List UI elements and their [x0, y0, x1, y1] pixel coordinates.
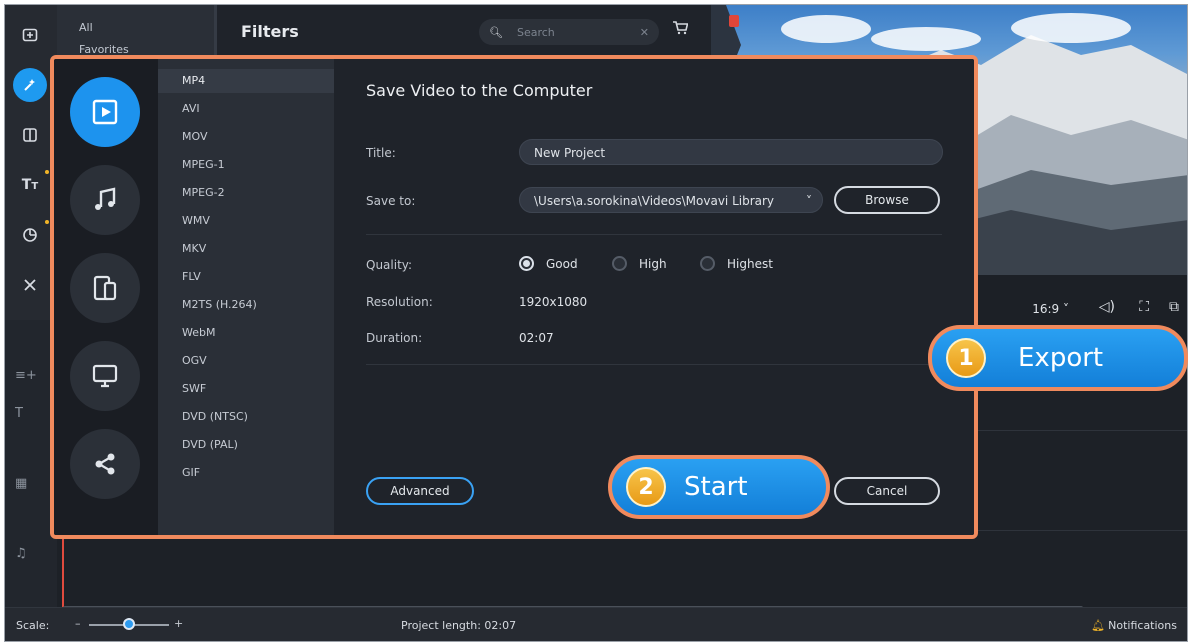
aspect-ratio-select[interactable]: 16:9 ˅: [1032, 302, 1069, 316]
quality-option-good[interactable]: Good: [519, 256, 578, 271]
export-destination-rail: [54, 59, 158, 535]
cloud: [871, 27, 981, 51]
titles-icon[interactable]: TT: [13, 168, 49, 202]
step-1-badge: 1: [946, 338, 986, 378]
format-list: MP4 AVI MOV MPEG-1 MPEG-2 WMV MKV FLV M2…: [158, 59, 334, 535]
notifications-button[interactable]: 🔔︎ Notifications: [1091, 619, 1177, 632]
step-2-badge: 2: [626, 467, 666, 507]
resolution-label: Resolution:: [366, 295, 433, 309]
dialog-title: Save Video to the Computer: [366, 81, 593, 100]
scale-label: Scale:: [16, 619, 50, 632]
devices-icon[interactable]: [70, 253, 140, 323]
volume-icon[interactable]: ◁): [1099, 299, 1115, 315]
browse-button[interactable]: Browse: [834, 186, 940, 214]
format-item-webm[interactable]: WebM: [158, 321, 334, 345]
zoom-out-icon[interactable]: –: [75, 617, 81, 630]
quality-highest-label: Highest: [727, 256, 773, 271]
record-icon[interactable]: [729, 15, 739, 27]
save-to-label: Save to:: [366, 194, 416, 208]
format-item-mpeg1[interactable]: MPEG-1: [158, 153, 334, 177]
quality-good-label: Good: [546, 256, 578, 271]
quality-label: Quality:: [366, 258, 413, 272]
bell-icon: 🔔︎: [1091, 619, 1106, 632]
quality-option-high[interactable]: High: [612, 256, 667, 271]
clear-icon[interactable]: ✕: [640, 26, 649, 39]
video-file-icon[interactable]: [70, 77, 140, 147]
search-input[interactable]: 🔍︎ Search ✕: [479, 19, 659, 45]
search-placeholder: Search: [516, 25, 555, 39]
tv-icon[interactable]: [70, 341, 140, 411]
divider: [366, 364, 942, 365]
import-icon[interactable]: [13, 18, 47, 52]
filters-icon[interactable]: [13, 68, 47, 102]
scale-slider-knob[interactable]: [123, 618, 135, 630]
format-item-mkv[interactable]: MKV: [158, 237, 334, 261]
format-item-m2ts[interactable]: M2TS (H.264): [158, 293, 334, 317]
format-item-mpeg2[interactable]: MPEG-2: [158, 181, 334, 205]
format-item-ogv[interactable]: OGV: [158, 349, 334, 373]
share-icon[interactable]: [70, 429, 140, 499]
quality-option-highest[interactable]: Highest: [700, 256, 773, 271]
export-button[interactable]: 1 Export: [928, 325, 1188, 391]
project-length: Project length: 02:07: [401, 619, 517, 632]
filters-title: Filters: [241, 22, 299, 41]
format-item-mp4[interactable]: MP4: [158, 69, 334, 93]
new-dot-icon: [45, 220, 49, 224]
format-item-wmv[interactable]: WMV: [158, 209, 334, 233]
divider: [366, 234, 942, 235]
radio-selected-icon: [519, 256, 534, 271]
search-icon: 🔍︎: [489, 25, 503, 39]
status-bar: Scale: – + Project length: 02:07 🔔︎ Notif…: [5, 607, 1187, 641]
add-track-icon[interactable]: ≡+: [15, 368, 37, 383]
duration-value: 02:07: [519, 331, 554, 345]
format-item-swf[interactable]: SWF: [158, 377, 334, 401]
duration-label: Duration:: [366, 331, 423, 345]
zoom-in-icon[interactable]: +: [174, 617, 183, 630]
tools-icon[interactable]: [13, 268, 47, 302]
radio-icon: [612, 256, 627, 271]
export-label: Export: [1018, 343, 1104, 373]
transitions-icon[interactable]: [13, 118, 47, 152]
title-track-icon: T: [15, 406, 23, 421]
title-input[interactable]: New Project: [519, 139, 943, 165]
start-label: Start: [684, 472, 748, 502]
new-dot-icon: [45, 170, 49, 174]
cloud: [781, 15, 871, 43]
fullscreen-icon[interactable]: ⛶: [1139, 299, 1149, 315]
audio-file-icon[interactable]: [70, 165, 140, 235]
format-item-dvd-pal[interactable]: DVD (PAL): [158, 433, 334, 457]
advanced-button[interactable]: Advanced: [366, 477, 474, 505]
format-item-flv[interactable]: FLV: [158, 265, 334, 289]
video-track-icon: ▦: [15, 476, 28, 491]
cloud: [1011, 13, 1131, 43]
format-item-dvd-ntsc[interactable]: DVD (NTSC): [158, 405, 334, 429]
format-item-gif[interactable]: GIF: [158, 461, 334, 485]
store-cart-icon[interactable]: [672, 21, 689, 39]
save-to-path: \Users\a.sorokina\Videos\Movavi Library: [534, 194, 775, 208]
audio-track-icon: ♫: [15, 546, 27, 561]
format-item-mov[interactable]: MOV: [158, 125, 334, 149]
save-to-select[interactable]: \Users\a.sorokina\Videos\Movavi Library …: [519, 187, 823, 213]
title-label: Title:: [366, 146, 396, 160]
chevron-down-icon: ˅: [806, 194, 812, 208]
export-dialog: MP4 AVI MOV MPEG-1 MPEG-2 WMV MKV FLV M2…: [50, 55, 978, 539]
detach-player-icon[interactable]: ⧉: [1169, 299, 1179, 315]
start-button[interactable]: 2 Start: [608, 455, 830, 519]
quality-high-label: High: [639, 256, 667, 271]
category-all[interactable]: All: [79, 21, 93, 34]
radio-icon: [700, 256, 715, 271]
stickers-icon[interactable]: [13, 218, 49, 252]
cancel-button[interactable]: Cancel: [834, 477, 940, 505]
resolution-value: 1920x1080: [519, 295, 588, 309]
notifications-label: Notifications: [1108, 619, 1177, 632]
format-item-avi[interactable]: AVI: [158, 97, 334, 121]
